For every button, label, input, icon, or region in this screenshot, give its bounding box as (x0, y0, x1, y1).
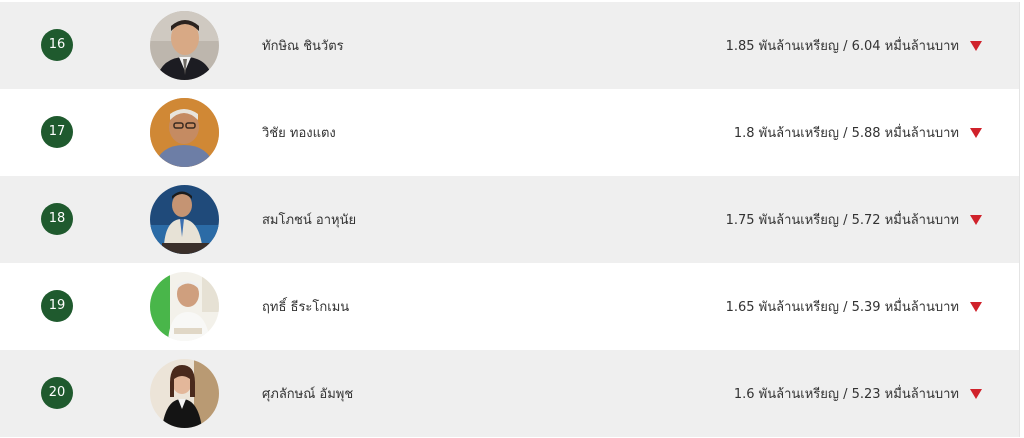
down-arrow-icon (970, 215, 982, 225)
avatar[interactable] (150, 98, 219, 167)
ranking-row[interactable]: 19 ฤทธิ์ ธีระโกเมน 1.65 พันล้านเหรียญ / … (0, 263, 1020, 350)
net-worth: 1.6 พันล้านเหรียญ / 5.23 หมื่นล้านบาท (733, 387, 959, 402)
down-arrow-icon (970, 302, 982, 312)
net-worth: 1.75 พันล้านเหรียญ / 5.72 หมื่นล้านบาท (725, 213, 959, 228)
avatar[interactable] (150, 272, 219, 341)
person-name: ทักษิณ ชินวัตร (262, 39, 344, 54)
ranking-row[interactable]: 17 วิชัย ทองแตง 1.8 พันล้านเหรียญ / 5.88… (0, 89, 1020, 176)
person-name: ฤทธิ์ ธีระโกเมน (262, 300, 350, 315)
net-worth: 1.85 พันล้านเหรียญ / 6.04 หมื่นล้านบาท (725, 39, 959, 54)
ranking-row[interactable]: 20 ศุภลักษณ์ อัมพุช 1.6 พันล้านเหรียญ / … (0, 350, 1020, 437)
avatar[interactable] (150, 359, 219, 428)
down-arrow-icon (970, 389, 982, 399)
rank-badge: 16 (41, 29, 73, 61)
person-name: วิชัย ทองแตง (262, 126, 336, 141)
rank-badge: 20 (41, 377, 73, 409)
down-arrow-icon (970, 41, 982, 51)
ranking-row[interactable]: 16 ทักษิณ ชินวัตร 1.85 พันล้านเหรียญ / 6… (0, 2, 1020, 89)
ranking-list: 16 ทักษิณ ชินวัตร 1.85 พันล้านเหรียญ / 6… (0, 0, 1024, 438)
rank-badge: 19 (41, 290, 73, 322)
person-name: สมโภชน์ อาหุนัย (262, 213, 357, 228)
net-worth: 1.65 พันล้านเหรียญ / 5.39 หมื่นล้านบาท (725, 300, 959, 315)
avatar[interactable] (150, 11, 219, 80)
rank-badge: 17 (41, 116, 73, 148)
ranking-row[interactable]: 18 สมโภชน์ อาหุนัย 1.75 พันล้านเหรียญ / … (0, 176, 1020, 263)
rank-badge: 18 (41, 203, 73, 235)
avatar[interactable] (150, 185, 219, 254)
net-worth: 1.8 พันล้านเหรียญ / 5.88 หมื่นล้านบาท (733, 126, 959, 141)
person-name: ศุภลักษณ์ อัมพุช (262, 387, 354, 402)
down-arrow-icon (970, 128, 982, 138)
